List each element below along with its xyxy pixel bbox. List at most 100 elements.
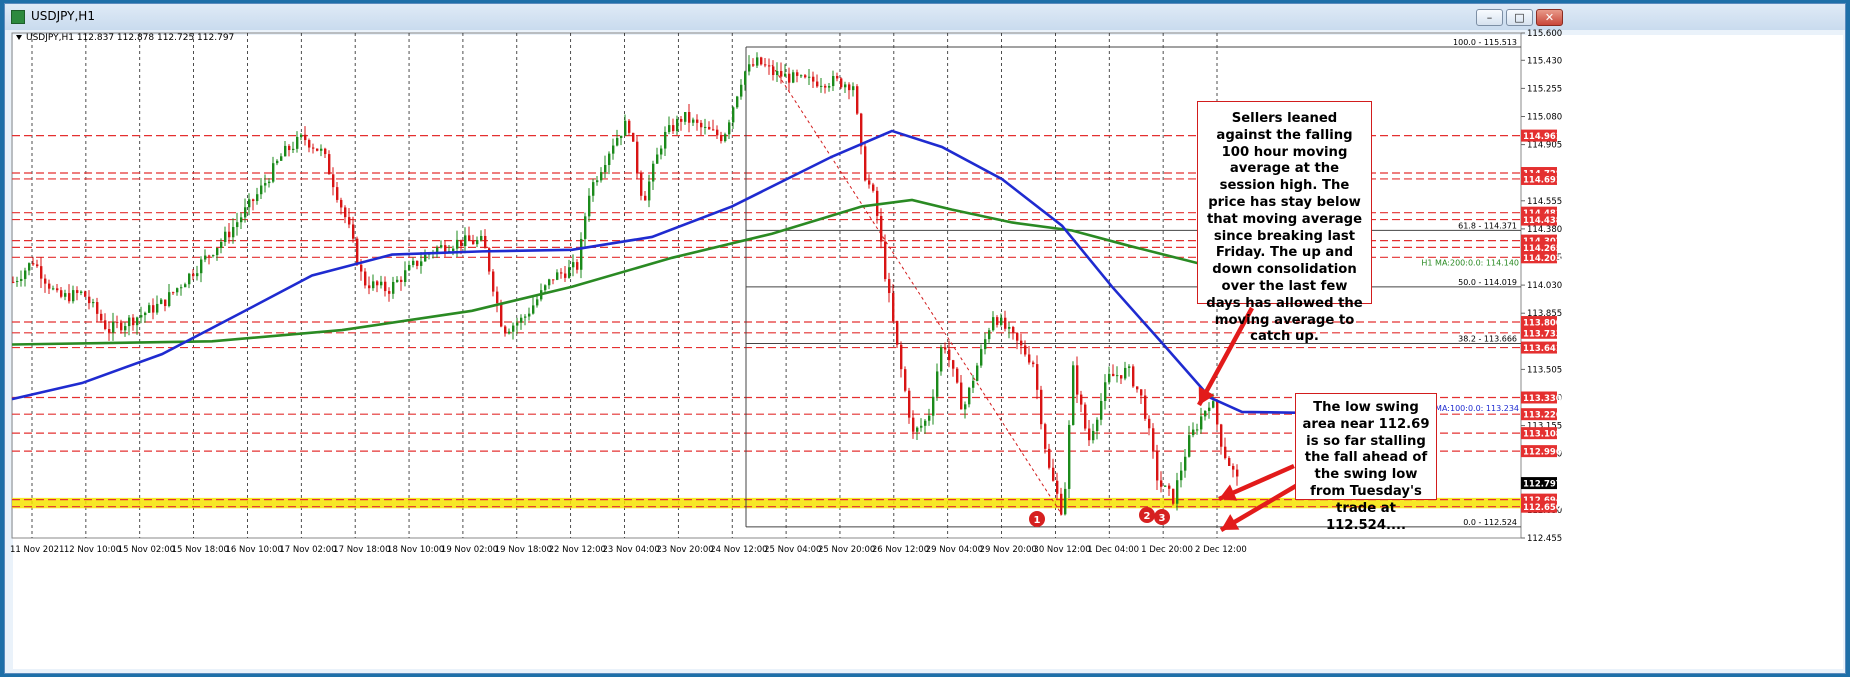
swing-marker-label: 2 (1144, 511, 1151, 522)
candle-body (240, 217, 243, 223)
candle-body (68, 293, 71, 302)
candle-body (172, 292, 175, 294)
candle-body (168, 292, 171, 307)
candle-body (572, 262, 575, 268)
candle-body (924, 420, 927, 426)
candle-body (56, 288, 59, 291)
candle-body (960, 382, 963, 410)
candle-body (972, 380, 975, 388)
candle-body (80, 291, 83, 293)
candle-body (1068, 424, 1071, 489)
candle-body (1048, 448, 1051, 468)
candle-body (544, 285, 547, 291)
candle-body (816, 81, 819, 87)
candle-body (1112, 373, 1115, 377)
candle-body (1080, 394, 1083, 405)
candle-body (732, 107, 735, 123)
x-tick-label: 25 Nov 04:00 (764, 545, 821, 555)
candle-body (192, 273, 195, 277)
candle-body (120, 322, 123, 331)
candle-body (664, 131, 667, 149)
candle-body (844, 84, 847, 88)
collapse-triangle-icon[interactable] (16, 35, 22, 40)
y-tick-label: 114.380 (1527, 225, 1562, 235)
candle-body (160, 299, 163, 304)
candle-body (1092, 431, 1095, 441)
candle-body (1216, 401, 1219, 425)
candle-body (556, 272, 559, 280)
candle-body (940, 347, 943, 372)
candle-body (1040, 389, 1043, 425)
candle-body (1200, 416, 1203, 430)
candle-body (676, 118, 679, 132)
candle-body (1208, 407, 1211, 411)
candle-body (812, 76, 815, 82)
candle-body (1140, 389, 1143, 396)
level-price-label: 112.996 (1523, 448, 1562, 458)
candle-body (1036, 364, 1039, 390)
candle-body (656, 154, 659, 164)
candle-body (1084, 404, 1087, 429)
candle-body (324, 148, 327, 155)
candle-body (904, 369, 907, 391)
candle-body (720, 135, 723, 142)
candle-body (188, 273, 191, 285)
x-tick-label: 15 Nov 02:00 (118, 545, 175, 555)
candle-body (784, 73, 787, 77)
candle-body (384, 281, 387, 292)
candle-body (44, 278, 47, 284)
candle-body (644, 195, 647, 201)
candle-body (1012, 326, 1015, 333)
candle-body (1044, 424, 1047, 449)
candle-body (736, 96, 739, 108)
candle-body (804, 75, 807, 78)
candle-body (916, 427, 919, 432)
candle-body (936, 371, 939, 397)
candle-body (352, 224, 355, 239)
candle-body (808, 76, 811, 78)
candle-body (284, 145, 287, 157)
candle-body (1148, 418, 1151, 429)
candle-body (124, 326, 127, 331)
candle-body (232, 227, 235, 238)
candle-body (300, 134, 303, 137)
candle-body (156, 303, 159, 313)
annotation-ma-note: Sellers leaned against the falling 100 h… (1197, 101, 1372, 344)
level-price-label: 113.733 (1523, 329, 1562, 339)
candle-body (888, 279, 891, 294)
candle-body (892, 293, 895, 321)
candle-body (584, 216, 587, 239)
candle-body (884, 241, 887, 280)
candle-body (60, 290, 63, 297)
candle-body (32, 263, 35, 265)
candle-body (724, 134, 727, 142)
candle-body (752, 64, 755, 66)
candle-body (796, 72, 799, 76)
candle-body (24, 270, 27, 279)
candle-body (996, 317, 999, 325)
x-tick-label: 17 Nov 18:00 (333, 545, 390, 555)
x-tick-label: 1 Dec 20:00 (1141, 545, 1193, 555)
candle-body (1176, 480, 1179, 504)
candle-body (208, 255, 211, 257)
candle-body (756, 57, 759, 66)
candle-body (1232, 465, 1235, 470)
candle-body (412, 260, 415, 266)
candle-body (820, 85, 823, 87)
candle-body (776, 70, 779, 76)
candle-body (832, 76, 835, 87)
y-tick-label: 113.505 (1527, 365, 1562, 375)
candle-body (588, 195, 591, 217)
candle-body (280, 156, 283, 161)
candle-body (872, 184, 875, 191)
candle-body (608, 153, 611, 166)
candle-body (28, 263, 31, 271)
candle-body (828, 86, 831, 88)
candle-body (116, 321, 119, 323)
candle-body (92, 302, 95, 304)
candle-body (792, 72, 795, 83)
candle-body (1104, 382, 1107, 401)
candle-body (368, 285, 371, 289)
candle-body (1124, 367, 1127, 379)
candle-body (952, 360, 955, 369)
